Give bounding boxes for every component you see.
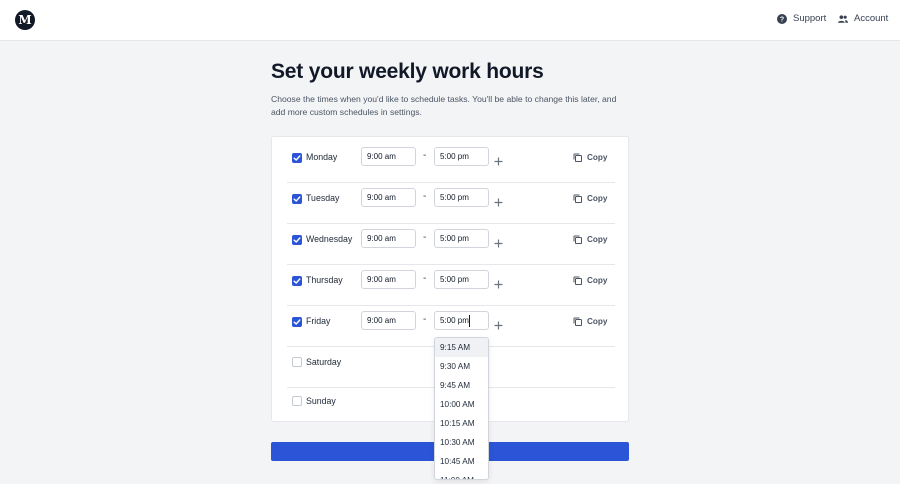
start-time-input[interactable] <box>361 188 416 207</box>
text-cursor <box>469 315 470 327</box>
copy-label: Copy <box>587 276 608 285</box>
start-time-input[interactable] <box>361 229 416 248</box>
day-label: Monday <box>306 152 338 162</box>
time-option[interactable]: 10:00 AM <box>435 395 488 414</box>
copy-icon <box>573 153 582 162</box>
end-time-input[interactable] <box>434 311 489 330</box>
time-separator: - <box>423 150 427 161</box>
start-time-input[interactable] <box>361 311 416 330</box>
copy-label: Copy <box>587 235 608 244</box>
day-label: Saturday <box>306 357 342 367</box>
plus-icon[interactable] <box>494 321 503 330</box>
copy-icon <box>573 194 582 203</box>
day-label: Sunday <box>306 396 336 406</box>
day-checkbox[interactable] <box>292 153 302 163</box>
top-bar: M ? Support Account <box>0 0 900 41</box>
plus-icon[interactable] <box>494 198 503 207</box>
time-option[interactable]: 10:30 AM <box>435 433 488 452</box>
page-subtitle: Choose the times when you'd like to sche… <box>271 94 617 117</box>
time-separator: - <box>423 273 427 284</box>
copy-button[interactable]: Copy <box>573 194 607 203</box>
plus-icon[interactable] <box>494 239 503 248</box>
end-time-input[interactable] <box>434 270 489 289</box>
day-checkbox[interactable] <box>292 357 302 367</box>
day-row-monday: Monday - Copy <box>287 142 615 183</box>
checkmark-icon <box>293 278 301 284</box>
end-time-input[interactable] <box>434 188 489 207</box>
copy-button[interactable]: Copy <box>573 276 607 285</box>
day-checkbox[interactable] <box>292 396 302 406</box>
copy-label: Copy <box>587 153 608 162</box>
day-label: Tuesday <box>306 193 340 203</box>
svg-text:?: ? <box>780 16 784 23</box>
time-option[interactable]: 9:30 AM <box>435 357 488 376</box>
checkmark-icon <box>293 237 301 243</box>
copy-button[interactable]: Copy <box>573 153 607 162</box>
question-circle-icon: ? <box>777 13 787 24</box>
checkmark-icon <box>293 155 301 161</box>
account-link[interactable]: Account <box>838 13 888 24</box>
day-checkbox[interactable] <box>292 317 302 327</box>
copy-icon <box>573 276 582 285</box>
copy-label: Copy <box>587 317 608 326</box>
time-option[interactable]: 10:45 AM <box>435 452 488 471</box>
day-row-wednesday: Wednesday - Copy <box>287 224 615 265</box>
time-separator: - <box>423 191 427 202</box>
day-label: Wednesday <box>306 234 353 244</box>
day-row-thursday: Thursday - Copy <box>287 265 615 306</box>
copy-icon <box>573 235 582 244</box>
start-time-input[interactable] <box>361 270 416 289</box>
time-dropdown[interactable]: 9:15 AM 9:30 AM 9:45 AM 10:00 AM 10:15 AM 10:… <box>434 337 489 480</box>
support-link[interactable]: ? Support <box>777 13 826 24</box>
end-time-input[interactable] <box>434 229 489 248</box>
checkmark-icon <box>293 319 301 325</box>
time-option[interactable]: 9:45 AM <box>435 376 488 395</box>
day-label: Friday <box>306 316 331 326</box>
plus-icon[interactable] <box>494 280 503 289</box>
day-checkbox[interactable] <box>292 235 302 245</box>
end-time-input[interactable] <box>434 147 489 166</box>
logo[interactable]: M <box>15 10 35 30</box>
day-checkbox[interactable] <box>292 194 302 204</box>
copy-icon <box>573 317 582 326</box>
day-label: Thursday <box>306 275 343 285</box>
copy-label: Copy <box>587 194 608 203</box>
time-option[interactable]: 9:15 AM <box>435 338 488 357</box>
time-separator: - <box>423 314 427 325</box>
day-checkbox[interactable] <box>292 276 302 286</box>
day-row-tuesday: Tuesday - Copy <box>287 183 615 224</box>
time-separator: - <box>423 232 427 243</box>
copy-button[interactable]: Copy <box>573 235 607 244</box>
time-option[interactable]: 11:00 AM <box>435 471 488 479</box>
page-title: Set your weekly work hours <box>271 60 544 83</box>
plus-icon[interactable] <box>494 157 503 166</box>
start-time-input[interactable] <box>361 147 416 166</box>
people-icon <box>838 14 848 23</box>
copy-button[interactable]: Copy <box>573 317 607 326</box>
time-option[interactable]: 10:15 AM <box>435 414 488 433</box>
account-label: Account <box>854 13 889 24</box>
checkmark-icon <box>293 196 301 202</box>
support-label: Support <box>793 13 827 24</box>
